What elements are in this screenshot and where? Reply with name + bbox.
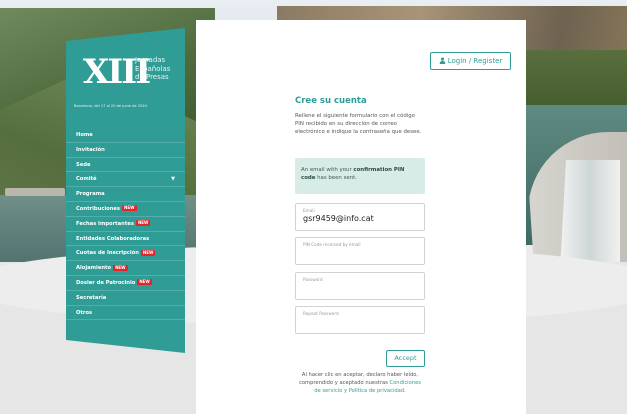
spillway-water [560,160,620,270]
form-title: Cree su cuenta [295,96,367,106]
alert-suffix: has been sent. [317,175,357,181]
nav-item-label: Programa [76,191,105,198]
new-badge: NEW [140,249,156,256]
alert-prefix: An email with your [301,167,352,173]
terms-notice: Al hacer clic en aceptar, declaro haber … [295,371,425,395]
logo-line-3: de Presas [135,73,169,81]
nav-item-label: Entidades Colaboradoras [76,235,150,242]
new-badge: NEW [137,279,152,286]
new-badge: NEW [113,264,128,271]
nav-item-comite[interactable]: Comité ▼ [66,172,185,188]
email-value: gsr9459@info.cat [303,214,374,223]
event-date: Barcelona, del 17 al 20 de junio de 2024 [74,104,147,108]
nav-item-cuotas[interactable]: Cuotas de Inscripción NEW [66,246,185,262]
nav-item-dosier[interactable]: Dosier de Patrocinio NEW [66,276,185,291]
nav-item-label: Home [76,132,93,138]
logo-text: Jornadas Españolas de Presas [135,56,170,82]
nav-item-sede[interactable]: Sede [66,158,185,173]
sidebar: XIII Jornadas Españolas de Presas Barcel… [66,28,185,353]
nav-item-invitacion[interactable]: Invitación [66,143,185,158]
nav-item-label: Dosier de Patrocinio [76,279,136,286]
nav-item-otros[interactable]: Otros [66,306,185,321]
chevron-down-icon: ▼ [171,176,175,183]
form-intro: Rellene el siguiente formulario con el c… [295,113,422,136]
pin-code-field[interactable]: PIN Code received by email [295,237,425,265]
logo-line-2: Españolas [135,64,171,73]
nav-item-alojamiento[interactable]: Alojamiento NEW [66,261,185,276]
accept-button[interactable]: Accept [386,350,425,367]
pin-code-placeholder: PIN Code received by email [303,242,361,247]
password-placeholder: Password [303,277,323,282]
user-icon [439,57,446,64]
nav-item-label: Cuotas de Inscripción [76,250,139,257]
nav-item-label: Alojamiento [76,265,112,272]
nav-item-label: Invitación [76,146,105,153]
repeat-password-field[interactable]: Repeat Password [295,306,425,334]
nav-item-home[interactable]: Home [66,128,185,143]
email-label: Email [303,208,315,213]
nav-item-fechas[interactable]: Fechas Importantes NEW [66,217,185,232]
nav-item-label: Secretaría [76,294,107,301]
password-field[interactable]: Password [295,272,425,300]
nav-item-label: Sede [76,161,91,168]
new-badge: NEW [122,205,137,212]
repeat-password-placeholder: Repeat Password [303,311,339,316]
login-register-button[interactable]: Login / Register [430,52,511,70]
nav-item-entidades[interactable]: Entidades Colaboradoras [66,232,185,247]
pin-sent-alert: An email with your confirmation PIN code… [295,158,425,194]
nav-item-label: Contribuciones [76,205,121,212]
login-register-label: Login / Register [447,57,503,65]
logo-line-1: Jornadas [135,56,166,64]
email-field[interactable]: Email gsr9459@info.cat [295,203,425,231]
dam-left [5,188,65,196]
nav-item-programa[interactable]: Programa [66,187,185,202]
nav-item-label: Fechas Importantes [76,220,134,227]
nav-item-label: Otros [76,309,93,316]
event-logo[interactable]: XIII Jornadas Españolas de Presas [74,52,179,102]
nav-menu: Home Invitación Sede Comité ▼ Programa Co… [66,128,185,321]
nav-item-contribuciones[interactable]: Contribuciones NEW [66,202,185,217]
new-badge: NEW [135,220,151,227]
nav-item-secretaria[interactable]: Secretaría [66,291,185,306]
nav-item-label: Comité [76,176,97,183]
